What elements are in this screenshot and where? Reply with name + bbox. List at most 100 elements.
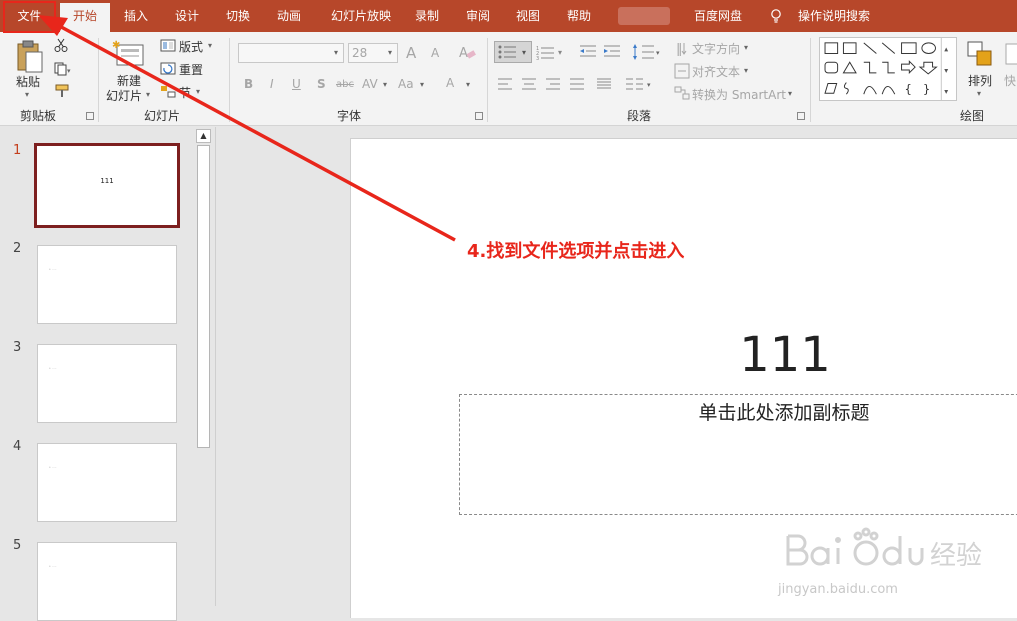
layout-button[interactable]: 版式: [179, 38, 203, 55]
distributed-align-icon[interactable]: [596, 77, 612, 91]
layout-dropdown-icon[interactable]: ▾: [208, 41, 212, 50]
arrange-icon[interactable]: [966, 40, 994, 68]
change-case-button[interactable]: Aa: [398, 77, 414, 91]
thumbnail-scrollbar[interactable]: ▲: [196, 129, 211, 606]
quick-styles-button[interactable]: 快: [1004, 72, 1016, 89]
ribbon-tab-bar: 文件 开始 插入 设计 切换 动画 幻灯片放映 录制 审阅 视图 帮助 百度网盘…: [0, 0, 1017, 32]
underline-button[interactable]: U: [292, 77, 301, 91]
slide-number: 5: [13, 538, 22, 553]
slide-thumbnail-3[interactable]: • ·····: [37, 344, 177, 423]
new-slide-icon[interactable]: ✱: [112, 39, 146, 69]
svg-text:▾: ▾: [944, 66, 948, 75]
slide-thumbnail-1[interactable]: 111: [34, 143, 180, 228]
increase-indent-icon[interactable]: [603, 44, 621, 58]
font-name-select[interactable]: [238, 43, 344, 63]
clipboard-launcher-icon[interactable]: [86, 112, 94, 120]
slide-number: 4: [13, 439, 22, 454]
font-color-button[interactable]: A: [446, 76, 454, 90]
section-button[interactable]: 节: [179, 84, 191, 101]
svg-text:▾: ▾: [67, 67, 71, 75]
grow-font-button[interactable]: A: [406, 44, 416, 62]
reset-button[interactable]: 重置: [179, 61, 203, 78]
text-direction-dropdown-icon[interactable]: ▾: [744, 43, 748, 52]
smartart-dropdown-icon[interactable]: ▾: [788, 89, 792, 98]
shapes-gallery[interactable]: {} ▴ ▾ ▾: [819, 37, 957, 101]
shadow-button[interactable]: S: [317, 77, 326, 91]
slide-number: 3: [13, 340, 22, 355]
numbering-icon[interactable]: 1 2 3 ▾: [536, 44, 566, 60]
svg-text:‖: ‖: [676, 42, 683, 56]
tab-help[interactable]: 帮助: [558, 0, 600, 32]
arrange-dropdown-icon[interactable]: ▾: [977, 89, 981, 98]
paste-icon[interactable]: [14, 40, 44, 74]
paste-dropdown-icon[interactable]: ▾: [25, 90, 29, 99]
columns-icon[interactable]: ▾: [625, 77, 655, 91]
char-spacing-dropdown-icon[interactable]: ▾: [383, 80, 387, 89]
section-dropdown-icon[interactable]: ▾: [196, 87, 200, 96]
slide-title[interactable]: 111: [351, 327, 1017, 383]
reset-icon[interactable]: [160, 62, 176, 75]
bullets-icon[interactable]: ▾: [494, 41, 532, 63]
arrange-button[interactable]: 排列: [968, 72, 992, 89]
section-icon[interactable]: [160, 85, 176, 98]
cut-icon[interactable]: [54, 38, 68, 52]
paste-button-label[interactable]: 粘贴: [16, 73, 40, 90]
subtitle-placeholder[interactable]: 单击此处添加副标题: [459, 394, 1017, 515]
annotation-text: 4.找到文件选项并点击进入: [467, 241, 685, 262]
tab-transitions[interactable]: 切换: [218, 0, 258, 32]
font-size-dropdown-icon[interactable]: ▾: [388, 48, 392, 57]
scroll-up-icon[interactable]: ▲: [196, 129, 211, 143]
thumbnail-content: • ·····: [49, 267, 57, 271]
font-color-dropdown-icon[interactable]: ▾: [466, 80, 470, 89]
tell-me-search[interactable]: 操作说明搜索: [794, 0, 874, 32]
char-spacing-button[interactable]: AV: [362, 77, 378, 91]
text-direction-icon[interactable]: ‖: [674, 40, 690, 56]
change-case-dropdown-icon[interactable]: ▾: [420, 80, 424, 89]
line-spacing-icon[interactable]: ▾: [632, 42, 662, 62]
font-name-dropdown-icon[interactable]: ▾: [334, 48, 338, 57]
new-slide-dropdown-icon[interactable]: ▾: [146, 90, 150, 99]
thumbnail-title: 111: [100, 177, 114, 185]
ribbon: 粘贴 ▾ ▾ 剪贴板 ✱ 新建 幻灯片 ▾ 版式 ▾ 重置 节 ▾ 幻灯片 ▾ …: [0, 32, 1017, 126]
tab-baidu-pan[interactable]: 百度网盘: [684, 0, 752, 32]
clear-formatting-icon[interactable]: A: [458, 44, 476, 60]
paragraph-launcher-icon[interactable]: [797, 112, 805, 120]
tab-design[interactable]: 设计: [167, 0, 207, 32]
font-launcher-icon[interactable]: [475, 112, 483, 120]
slide-number: 2: [13, 241, 22, 256]
copy-icon[interactable]: ▾: [54, 62, 72, 76]
tab-slideshow[interactable]: 幻灯片放映: [318, 0, 404, 32]
svg-text:✱: ✱: [112, 40, 120, 51]
alignment-buttons-icon[interactable]: [497, 77, 597, 91]
tab-home[interactable]: 开始: [60, 3, 110, 32]
text-direction-button[interactable]: 文字方向: [692, 40, 740, 57]
align-text-icon[interactable]: [674, 63, 690, 79]
bold-button[interactable]: B: [244, 77, 253, 91]
smartart-icon[interactable]: [674, 85, 690, 101]
slides-group-label: 幻灯片: [144, 109, 181, 123]
new-slide-label-2[interactable]: 幻灯片: [106, 87, 142, 104]
quick-styles-icon[interactable]: [1004, 40, 1017, 68]
group-divider: [229, 38, 230, 122]
decrease-indent-icon[interactable]: [579, 44, 597, 58]
align-text-dropdown-icon[interactable]: ▾: [744, 66, 748, 75]
tab-insert[interactable]: 插入: [116, 0, 156, 32]
tab-animations[interactable]: 动画: [268, 0, 310, 32]
svg-text:A: A: [459, 46, 468, 60]
tab-view[interactable]: 视图: [507, 0, 549, 32]
layout-icon[interactable]: [160, 39, 176, 52]
format-painter-icon[interactable]: [54, 84, 70, 98]
slide-thumbnail-4[interactable]: • ·····: [37, 443, 177, 522]
shrink-font-button[interactable]: A: [431, 46, 439, 60]
tab-review[interactable]: 审阅: [457, 0, 499, 32]
group-divider: [810, 38, 811, 122]
scrollbar-thumb[interactable]: [197, 145, 210, 448]
slide-thumbnail-5[interactable]: • ·····: [37, 542, 177, 621]
slide-thumbnail-2[interactable]: • ·····: [37, 245, 177, 324]
tab-record[interactable]: 录制: [408, 0, 446, 32]
align-text-button[interactable]: 对齐文本: [692, 63, 740, 80]
strikethrough-button[interactable]: abc: [336, 79, 354, 90]
smartart-button[interactable]: 转换为 SmartArt: [692, 86, 786, 103]
svg-text:▾: ▾: [522, 48, 526, 57]
italic-button[interactable]: I: [270, 77, 274, 91]
